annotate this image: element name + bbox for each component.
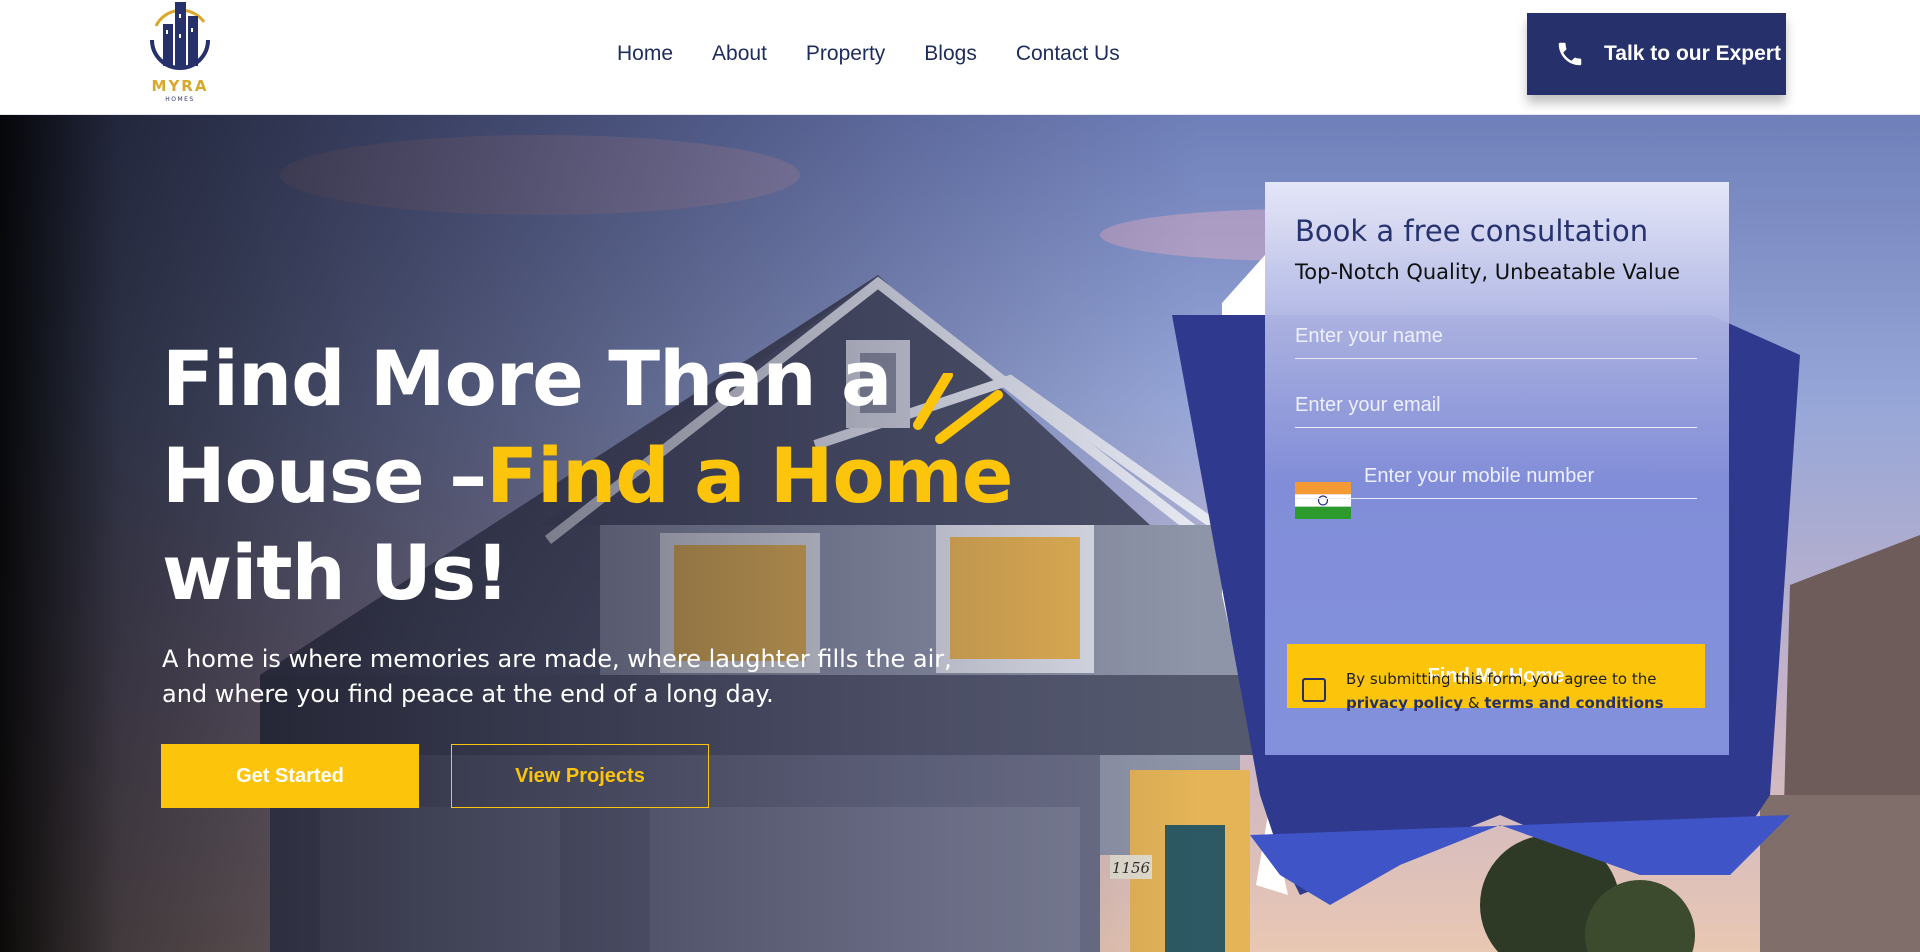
main-nav: Home About Property Blogs Contact Us: [617, 42, 1159, 66]
nav-property[interactable]: Property: [806, 42, 885, 66]
consultation-form: Book a free consultation Top-Notch Quali…: [1265, 182, 1729, 755]
consent-lead: By submitting this form, you agree to th…: [1346, 670, 1657, 688]
headline-line-2: House –: [162, 431, 487, 520]
spark-decoration-icon: [913, 373, 1003, 444]
form-subtitle: Top-Notch Quality, Unbeatable Value: [1295, 260, 1681, 284]
terms-link[interactable]: terms and conditions: [1484, 694, 1663, 712]
nav-blogs[interactable]: Blogs: [924, 42, 977, 66]
logo-tagline: HOMES: [165, 96, 195, 103]
consent-text: By submitting this form, you agree to th…: [1346, 667, 1706, 715]
mobile-input[interactable]: [1364, 454, 1697, 498]
logo-name: MYRA: [151, 77, 209, 95]
get-started-button[interactable]: Get Started: [161, 744, 419, 808]
phone-icon: [1558, 42, 1582, 66]
headline-line-1: Find More Than a: [162, 334, 892, 423]
india-flag-icon[interactable]: [1295, 482, 1351, 519]
hero-subtext: A home is where memories are made, where…: [162, 645, 952, 708]
talk-to-expert-button[interactable]: Talk to our Expert: [1527, 13, 1786, 95]
privacy-policy-link[interactable]: privacy policy: [1346, 694, 1463, 712]
email-input[interactable]: [1295, 384, 1697, 428]
hero-section: 1156 Find More Than a House –Find a Home…: [0, 115, 1920, 952]
mobile-underline: [1295, 498, 1697, 499]
consent-and: &: [1467, 694, 1480, 712]
site-header: MYRA HOMES Home About Property Blogs Con…: [0, 0, 1920, 115]
view-projects-button[interactable]: View Projects: [451, 744, 709, 808]
nav-home[interactable]: Home: [617, 42, 673, 66]
logo[interactable]: MYRA HOMES: [140, 0, 220, 108]
logo-building-icon: [150, 2, 210, 70]
consent-checkbox[interactable]: [1302, 678, 1326, 702]
form-title: Book a free consultation: [1295, 214, 1649, 248]
nav-contact-us[interactable]: Contact Us: [1016, 42, 1120, 66]
talk-to-expert-label: Talk to our Expert: [1604, 42, 1781, 65]
name-input[interactable]: [1295, 315, 1697, 359]
nav-about[interactable]: About: [712, 42, 767, 66]
headline-line-3: with Us!: [162, 528, 510, 617]
